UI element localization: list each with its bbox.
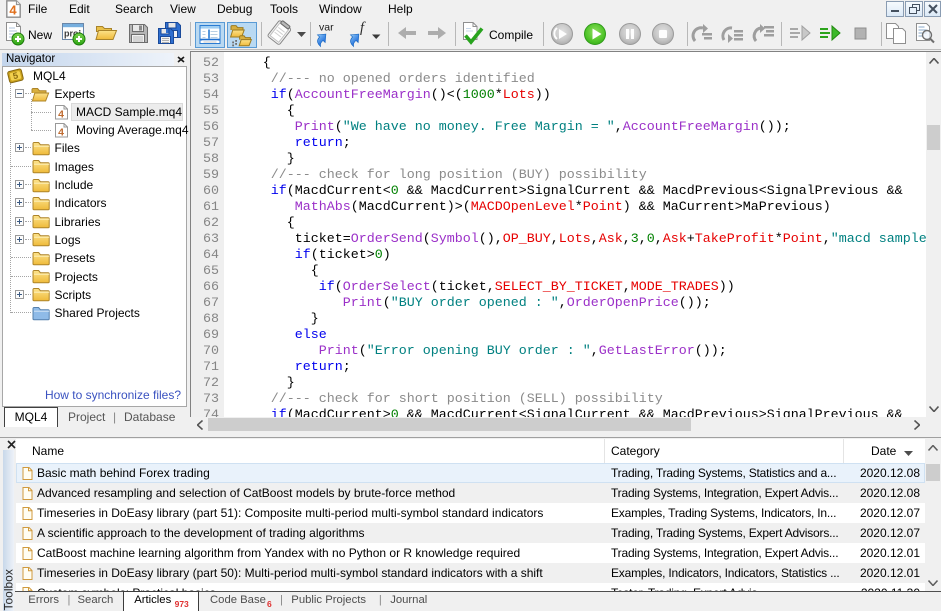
svg-text:4: 4 (58, 108, 64, 120)
svg-text:4: 4 (58, 127, 64, 139)
svg-text:var: var (319, 22, 334, 34)
svg-text:f: f (360, 20, 366, 36)
svg-text:4: 4 (9, 3, 17, 18)
